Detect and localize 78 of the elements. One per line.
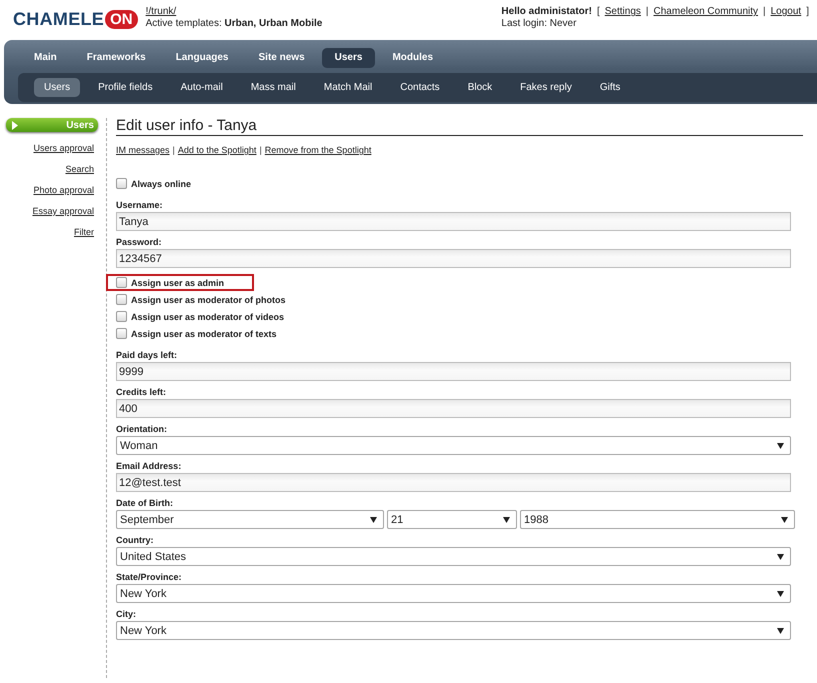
separator-text: | (646, 6, 649, 18)
checkbox[interactable] (116, 178, 127, 189)
input-field[interactable]: 9999 (116, 362, 791, 381)
account-link[interactable]: Logout (770, 6, 802, 18)
subnav-tab[interactable]: Profile fields (88, 78, 163, 97)
dropdown[interactable]: 21 (387, 510, 517, 529)
sidebar-item[interactable]: Filter (74, 227, 94, 237)
caret-icon (777, 628, 784, 634)
checkbox-row[interactable]: Assign user as moderator of videos (106, 308, 290, 325)
sidebar-item[interactable]: Photo approval (33, 185, 94, 195)
sidebar-item[interactable]: Users approval (33, 143, 94, 153)
caret-icon (503, 516, 510, 522)
greeting: Hello administator! (501, 6, 592, 18)
field-label: Date of Birth: (116, 498, 174, 508)
input-field[interactable]: 1234567 (116, 249, 791, 268)
bracket-text: ] (806, 6, 809, 18)
nav-tab[interactable]: Users (322, 48, 376, 68)
page-title: Edit user info - Tanya (116, 117, 803, 136)
dropdown[interactable]: September (116, 510, 384, 529)
bracket-text: [ (596, 6, 600, 18)
nav-tab[interactable]: Site news (246, 48, 318, 68)
checkbox-row[interactable]: Assign user as moderator of photos (106, 291, 292, 308)
subnav-tab[interactable]: Users (34, 78, 80, 97)
dropdown[interactable]: Woman (116, 436, 791, 455)
caret-icon (781, 516, 788, 522)
nav-tab[interactable]: Languages (162, 48, 242, 68)
action-link[interactable]: IM messages (116, 145, 170, 155)
action-link[interactable]: Add to the Spotlight (178, 145, 256, 155)
play-icon (12, 120, 18, 130)
checkbox-row[interactable]: Always online (106, 175, 198, 192)
subnav-tab[interactable]: Match Mail (314, 78, 382, 97)
caret-icon (777, 590, 784, 596)
caret-icon (777, 554, 784, 560)
subnav-tab[interactable]: Auto-mail (170, 78, 233, 97)
checkbox[interactable] (116, 277, 127, 288)
logo: CHAMELE ON (13, 9, 138, 30)
highlighted-checkbox-row[interactable]: Assign user as admin (106, 274, 254, 291)
separator-text: | (763, 6, 766, 18)
subnav-tab[interactable]: Block (458, 78, 502, 97)
nav-tab[interactable]: Main (21, 48, 70, 68)
caret-icon (777, 442, 784, 448)
sidebar-item[interactable]: Essay approval (32, 206, 94, 216)
input-field[interactable]: 12@test.test (116, 473, 791, 492)
field-label: Orientation: (116, 424, 168, 434)
field-label: Country: (116, 535, 154, 545)
separator-text: | (172, 145, 175, 155)
nav-tab[interactable]: Modules (379, 48, 446, 68)
site-path-link[interactable]: !/trunk/ (146, 6, 176, 17)
dropdown[interactable]: United States (116, 547, 791, 566)
field-label: Username: (116, 200, 164, 210)
field-label: Paid days left: (116, 350, 178, 360)
dropdown[interactable]: New York (116, 621, 791, 640)
field-label: State/Province: (116, 572, 183, 582)
field-label: Credits left: (116, 387, 168, 397)
dropdown[interactable]: 1988 (520, 510, 795, 529)
caret-icon (370, 516, 377, 522)
checkbox[interactable] (116, 328, 127, 339)
action-link[interactable]: Remove from the Spotlight (264, 145, 372, 155)
field-label: City: (116, 609, 137, 619)
sidebar-item[interactable]: Search (65, 164, 94, 174)
checkbox[interactable] (116, 294, 127, 305)
last-login: Last login: Never (501, 18, 578, 30)
account-link[interactable]: Chameleon Community (654, 6, 758, 18)
input-field[interactable]: Tanya (116, 212, 791, 231)
field-label: Email Address: (116, 461, 182, 471)
account-link[interactable]: Settings (604, 6, 641, 18)
subnav-tab[interactable]: Contacts (390, 78, 450, 97)
input-field[interactable]: 400 (116, 399, 791, 418)
checkbox[interactable] (116, 311, 127, 322)
subnav-tab[interactable]: Fakes reply (510, 78, 582, 97)
checkbox-row[interactable]: Assign user as moderator of texts (106, 325, 283, 342)
subnav-tab[interactable]: Mass mail (240, 78, 306, 97)
separator-text: | (259, 145, 262, 155)
field-label: Password: (116, 237, 163, 247)
subnav-tab[interactable]: Gifts (590, 78, 630, 97)
dropdown[interactable]: New York (116, 584, 791, 603)
active-templates: Active templates: Urban, Urban Mobile (146, 18, 322, 30)
nav-tab[interactable]: Frameworks (74, 48, 159, 68)
